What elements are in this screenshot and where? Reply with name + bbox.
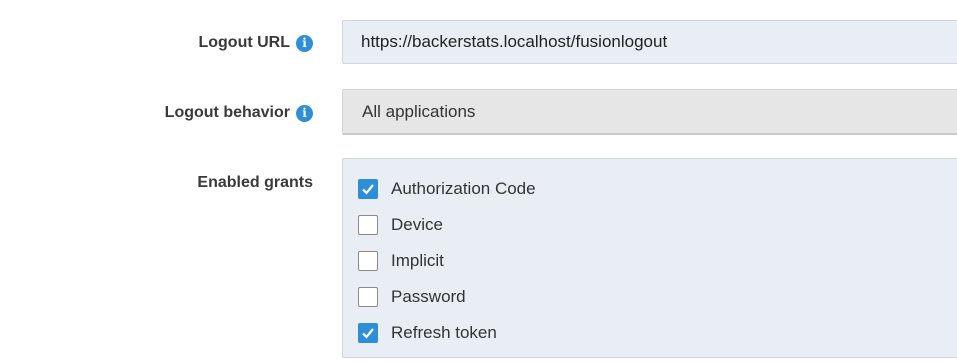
checkbox[interactable] — [358, 251, 378, 271]
grant-label: Device — [391, 215, 443, 234]
grant-option-device[interactable]: Device — [358, 207, 957, 243]
enabled-grants-label-row: Enabled grants — [197, 174, 313, 192]
enabled-grants-list: Authorization Code Device Implicit Passw… — [342, 158, 957, 358]
grant-option-implicit[interactable]: Implicit — [358, 243, 957, 279]
grant-label: Authorization Code — [391, 179, 536, 198]
grant-option-password[interactable]: Password — [358, 279, 957, 315]
logout-behavior-select[interactable]: All applications — [342, 89, 957, 135]
info-icon[interactable]: i — [296, 34, 313, 52]
checkbox[interactable] — [358, 323, 378, 343]
checkbox[interactable] — [358, 287, 378, 307]
grant-option-refresh-token[interactable]: Refresh token — [358, 315, 957, 351]
logout-behavior-label: Logout behavior — [164, 104, 290, 121]
logout-url-input[interactable] — [342, 20, 957, 64]
checkbox[interactable] — [358, 215, 378, 235]
grant-option-authorization-code[interactable]: Authorization Code — [358, 171, 957, 207]
logout-url-label-row: Logout URL i — [198, 34, 313, 52]
grant-label: Password — [391, 287, 466, 306]
grant-label: Implicit — [391, 251, 444, 270]
logout-url-label: Logout URL — [198, 34, 290, 51]
checkbox[interactable] — [358, 179, 378, 199]
info-icon[interactable]: i — [296, 104, 313, 122]
grant-label: Refresh token — [391, 323, 497, 342]
enabled-grants-label: Enabled grants — [197, 174, 313, 191]
logout-behavior-label-row: Logout behavior i — [165, 104, 313, 122]
